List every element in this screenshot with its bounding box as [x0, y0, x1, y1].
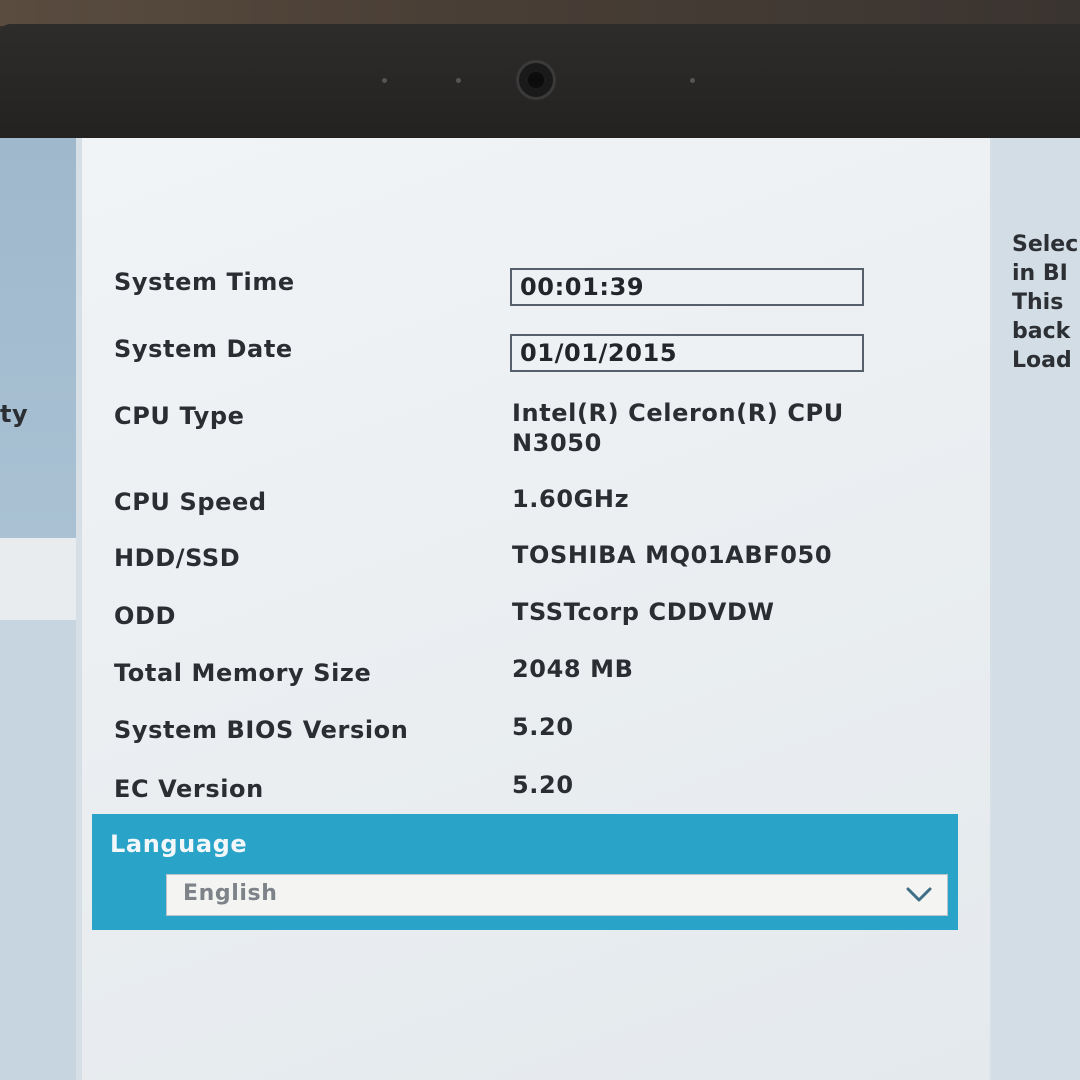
ec-version-value: 5.20 — [512, 771, 574, 799]
odd-label: ODD — [114, 602, 177, 630]
bezel-sensor-dot — [456, 78, 461, 83]
language-dropdown[interactable]: English — [166, 874, 948, 916]
webcam-icon — [516, 60, 556, 100]
system-time-label: System Time — [114, 268, 295, 296]
help-text: Selec in BI This back Load — [1012, 232, 1079, 373]
system-date-value: 01/01/2015 — [520, 339, 678, 367]
bios-screen: ty Selec in BI This back Load System Tim… — [0, 138, 1080, 1080]
left-navigation: ty — [0, 138, 76, 1080]
language-section[interactable]: Language English — [92, 814, 958, 930]
total-memory-value: 2048 MB — [512, 655, 634, 683]
bios-version-value: 5.20 — [512, 713, 574, 741]
left-nav-item-label[interactable]: ty — [0, 400, 28, 428]
language-label: Language — [110, 830, 248, 858]
cpu-speed-value: 1.60GHz — [512, 485, 630, 513]
total-memory-label: Total Memory Size — [114, 659, 372, 687]
left-nav-item-selected[interactable] — [0, 538, 76, 620]
hdd-ssd-label: HDD/SSD — [114, 544, 241, 572]
cpu-type-label: CPU Type — [114, 402, 245, 430]
cpu-type-value-line2: N3050 — [512, 429, 602, 457]
ec-version-label: EC Version — [114, 775, 264, 803]
cpu-type-value-line1: Intel(R) Celeron(R) CPU — [512, 399, 844, 427]
background-wall — [0, 0, 1080, 26]
system-time-field[interactable]: 00:01:39 — [510, 268, 864, 306]
laptop-bezel — [0, 0, 1080, 140]
bezel-sensor-dot — [382, 78, 387, 83]
system-date-label: System Date — [114, 335, 293, 363]
system-date-field[interactable]: 01/01/2015 — [510, 334, 864, 372]
bios-version-label: System BIOS Version — [114, 716, 409, 744]
bezel-sensor-dot — [690, 78, 695, 83]
chevron-down-icon[interactable] — [905, 881, 933, 909]
cpu-speed-label: CPU Speed — [114, 488, 267, 516]
left-nav-highlight — [0, 138, 76, 538]
odd-value: TSSTcorp CDDVDW — [512, 598, 775, 626]
language-selected-value: English — [183, 881, 278, 906]
hdd-ssd-value: TOSHIBA MQ01ABF050 — [512, 541, 833, 569]
system-time-value: 00:01:39 — [520, 273, 645, 301]
